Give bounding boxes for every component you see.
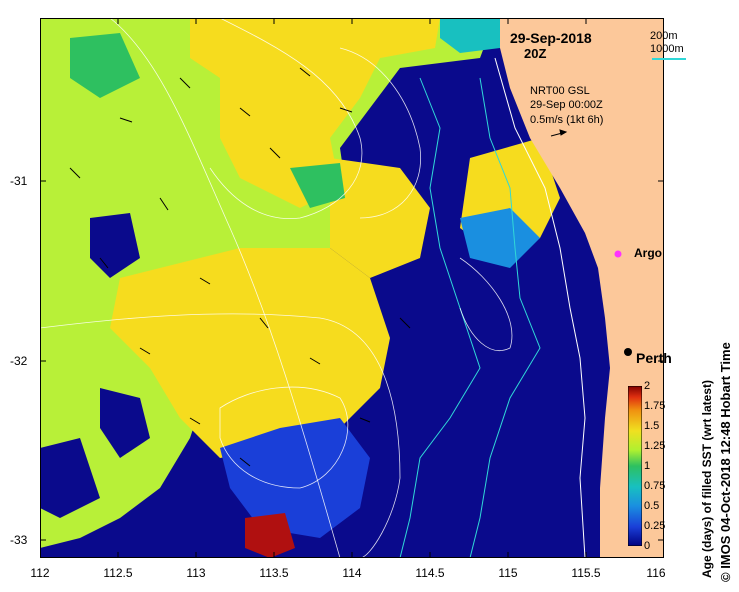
imos-credit: © IMOS 04-Oct-2018 12:48 Hobart Time [718,342,733,582]
current-scale-label: 0.5m/s (1kt 6h) [530,114,604,126]
date-title: 29-Sep-2018 [510,30,592,46]
current-source-label: NRT00 GSL [530,85,590,97]
isobath-1000-label: 1000m [650,43,684,55]
x-tick-label: 114 [342,566,362,580]
colorbar-tick: 0.5 [644,500,660,512]
isobath-200-label: 200m [650,30,678,42]
colorbar-tick: 0 [644,540,651,552]
colorbar-tick: 1.25 [644,440,666,452]
x-tick-label: 115.5 [571,566,601,580]
x-tick-label: 112 [30,566,50,580]
x-tick-label: 115 [498,566,518,580]
colorbar-tick: 2 [644,380,651,392]
colorbar [628,386,642,546]
colorbar-tick: 1.75 [644,400,666,412]
y-tick-label: -32 [10,354,28,368]
x-tick-label: 113.5 [259,566,289,580]
y-tick-label: -31 [10,174,28,188]
colorbar-tick: 0.25 [644,520,666,532]
current-time-label: 29-Sep 00:00Z [530,99,603,111]
colorbar-tick: 1 [644,460,651,472]
colorbar-tick: 0.75 [644,480,666,492]
time-title: 20Z [524,46,547,61]
colorbar-tick: 1.5 [644,420,660,432]
perth-label: Perth [636,350,672,366]
x-tick-label: 112.5 [103,566,133,580]
perth-marker [624,348,632,356]
x-tick-label: 114.5 [415,566,445,580]
colorbar-title: Age (days) of filled SST (wrt latest) [700,379,714,578]
argo-label: Argo [634,246,662,260]
argo-marker [614,250,622,258]
y-tick-label: -33 [10,533,28,547]
x-tick-label: 116 [646,566,666,580]
x-tick-label: 113 [186,566,206,580]
isobath-1000-swatch [652,58,686,60]
